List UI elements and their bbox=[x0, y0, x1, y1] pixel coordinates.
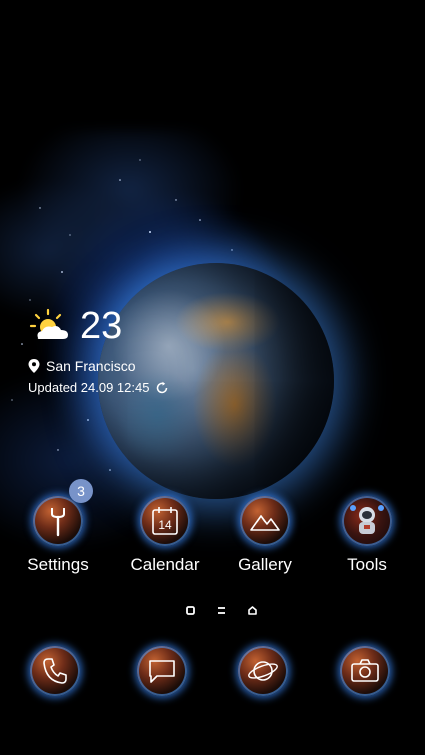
dock-messages[interactable] bbox=[137, 646, 187, 696]
gallery-label: Gallery bbox=[238, 555, 292, 574]
phone-app-icon bbox=[30, 646, 80, 696]
app-settings[interactable]: Settings bbox=[8, 496, 108, 575]
phone-icon bbox=[43, 658, 67, 684]
calendar-date: 14 bbox=[158, 518, 172, 532]
partly-sunny-icon bbox=[29, 308, 68, 339]
home-screen: 23 San Francisco Updated 24.09 12:45 Set… bbox=[0, 0, 425, 755]
notification-badge: 3 bbox=[69, 479, 93, 503]
message-icon bbox=[149, 660, 175, 683]
wrench-icon bbox=[51, 508, 65, 537]
location-pin-icon bbox=[28, 359, 40, 373]
updated-row: Updated 24.09 12:45 bbox=[28, 380, 169, 395]
planet-browser-icon bbox=[248, 661, 278, 681]
page-indicator[interactable] bbox=[185, 603, 265, 619]
calendar-label: Calendar bbox=[130, 555, 200, 574]
page-dot-2[interactable] bbox=[218, 607, 225, 614]
temperature-label: 23 bbox=[80, 305, 123, 347]
dock-phone[interactable] bbox=[30, 646, 80, 696]
page-dot-1[interactable] bbox=[186, 606, 195, 615]
calendar-app-icon: 14 bbox=[140, 496, 190, 546]
app-tools[interactable]: Tools bbox=[317, 496, 417, 575]
astronaut-icon bbox=[350, 505, 384, 534]
dock-browser[interactable] bbox=[238, 646, 288, 696]
dock-camera[interactable] bbox=[340, 646, 390, 696]
calendar-icon: 14 bbox=[152, 507, 178, 535]
messages-app-icon bbox=[137, 646, 187, 696]
tools-label: Tools bbox=[347, 555, 387, 574]
location-row: San Francisco bbox=[28, 358, 135, 374]
camera-icon bbox=[351, 659, 379, 682]
camera-app-icon bbox=[340, 646, 390, 696]
refresh-icon[interactable] bbox=[155, 381, 169, 395]
updated-label: Updated 24.09 12:45 bbox=[28, 380, 150, 395]
gallery-app-icon bbox=[240, 496, 290, 546]
tools-app-icon bbox=[342, 496, 392, 546]
browser-app-icon bbox=[238, 646, 288, 696]
settings-label: Settings bbox=[27, 555, 89, 574]
home-page-icon[interactable] bbox=[248, 606, 257, 615]
mountain-image-icon bbox=[250, 514, 280, 531]
location-label: San Francisco bbox=[46, 358, 136, 374]
settings-app-icon bbox=[33, 496, 83, 546]
app-gallery[interactable]: Gallery bbox=[215, 496, 315, 575]
app-calendar[interactable]: 14 Calendar bbox=[115, 496, 215, 575]
